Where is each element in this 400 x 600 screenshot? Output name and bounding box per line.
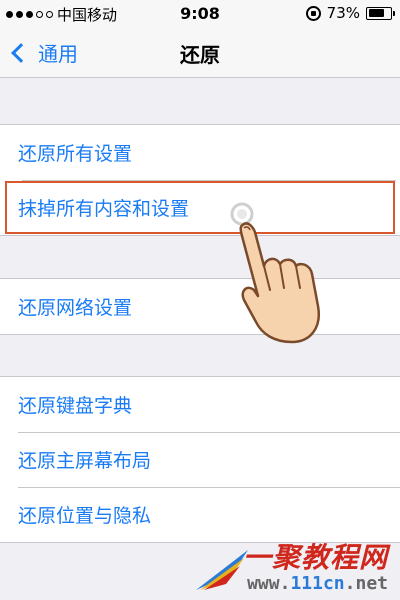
list-item-label: 还原网络设置 (18, 297, 133, 319)
list-item-label: 抹掉所有内容和设置 (18, 198, 190, 220)
chevron-left-icon (11, 42, 31, 63)
watermark-title: 一聚教程网 (242, 541, 388, 574)
watermark-url-main: 111cn (290, 573, 345, 594)
navigation-bar: 通用 还原 (0, 28, 400, 78)
tap-hand-icon (230, 202, 321, 344)
battery-icon (366, 6, 395, 20)
reset-group-3: 还原键盘字典 还原主屏幕布局 还原位置与隐私 (0, 376, 400, 543)
watermark-url-prefix: www. (247, 573, 291, 594)
reset-all-settings-item[interactable]: 还原所有设置 (0, 125, 400, 180)
rotation-lock-icon (305, 5, 321, 21)
watermark-url-suffix: .net (344, 573, 388, 594)
back-button[interactable]: 通用 (8, 38, 78, 67)
reset-home-screen-layout-item[interactable]: 还原主屏幕布局 (0, 432, 400, 487)
status-bar: 中国移动 9:08 73% (0, 0, 400, 28)
reset-location-privacy-item[interactable]: 还原位置与隐私 (0, 487, 400, 542)
list-item-label: 还原主屏幕布局 (18, 450, 152, 472)
status-right: 73% (305, 4, 395, 22)
watermark-logo: 一聚教程网 www.111cn.net (192, 536, 392, 596)
list-item-label: 还原位置与隐私 (18, 505, 152, 527)
back-button-label: 通用 (38, 42, 78, 66)
list-item-label: 还原所有设置 (18, 143, 133, 165)
battery-fill (368, 9, 384, 17)
list-item-label: 还原键盘字典 (18, 395, 133, 417)
reset-keyboard-dictionary-item[interactable]: 还原键盘字典 (0, 377, 400, 432)
watermark-url: www.111cn.net (247, 573, 388, 594)
battery-percent: 73% (326, 4, 360, 22)
